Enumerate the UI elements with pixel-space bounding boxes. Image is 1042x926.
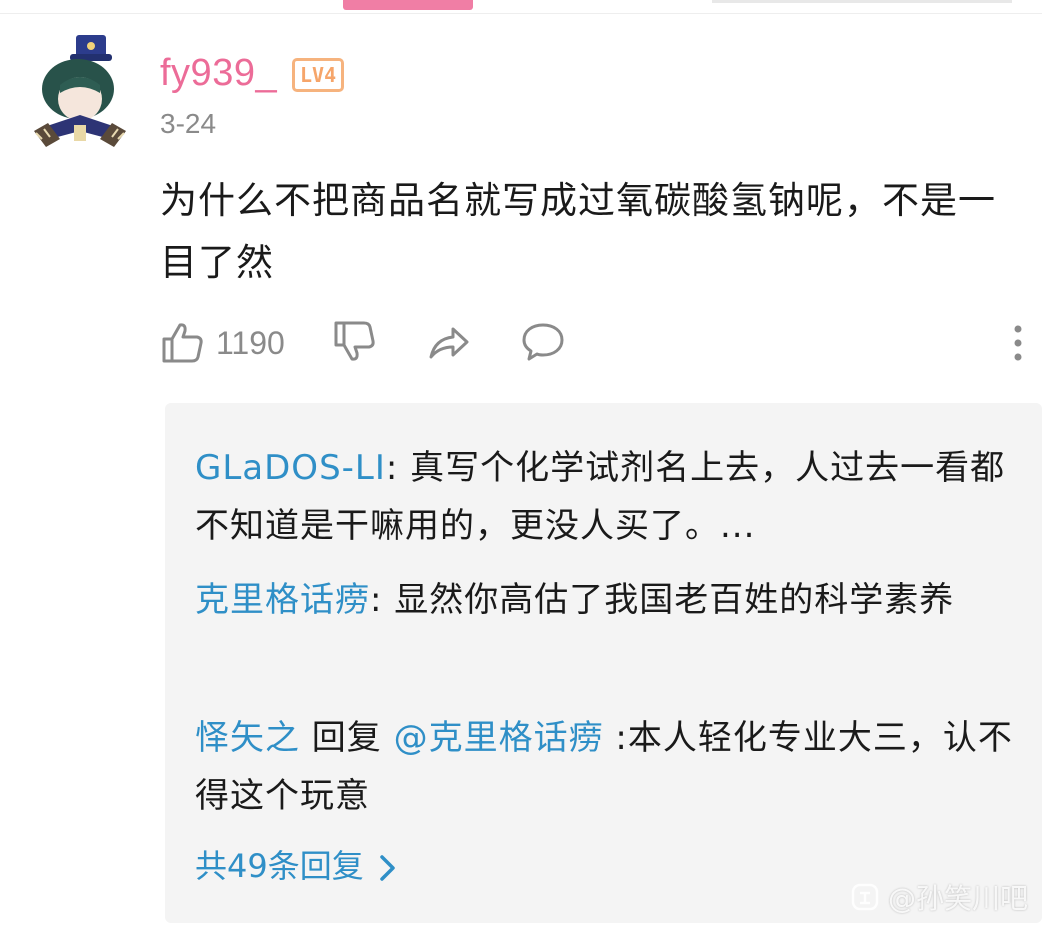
more-replies-label: 共49条回复 xyxy=(195,847,364,885)
tieba-logo-icon xyxy=(851,883,879,911)
share-icon[interactable] xyxy=(425,319,471,365)
replies-panel: GLaDOS-LI: 真写个化学试剂名上去，人过去一看都不知道是干嘛用的，更没人… xyxy=(165,403,1042,923)
reply-username[interactable]: 怿矢之 xyxy=(195,718,300,758)
active-tab-indicator xyxy=(343,0,473,10)
reply-item[interactable]: GLaDOS-LI: 真写个化学试剂名上去，人过去一看都不知道是干嘛用的，更没人… xyxy=(195,439,1015,555)
reply-mention[interactable]: @克里格话痨 xyxy=(394,718,604,758)
comment-username[interactable]: fy939_ xyxy=(160,50,277,96)
chevron-right-icon xyxy=(379,855,395,881)
reply-item[interactable]: 克里格话痨: 显然你高估了我国老百姓的科学素养 xyxy=(195,571,1015,629)
reply-separator: : xyxy=(385,448,411,488)
top-divider xyxy=(712,0,1012,3)
thumbs-down-icon[interactable] xyxy=(332,319,378,365)
reply-text: 显然你高估了我国老百姓的科学素养 xyxy=(394,580,955,620)
header-divider xyxy=(0,13,1042,14)
thumbs-up-icon[interactable] xyxy=(160,319,206,365)
comment-actions: 1190 xyxy=(160,315,1030,370)
reply-username[interactable]: GLaDOS-LI xyxy=(195,448,386,488)
watermark-text: @孙笑川吧 xyxy=(888,882,1029,915)
comment-date: 3-24 xyxy=(160,108,217,139)
reply-separator: : xyxy=(603,718,628,758)
reply-separator: : xyxy=(370,580,395,620)
comment-bubble-icon[interactable] xyxy=(520,319,566,365)
like-count: 1190 xyxy=(216,325,285,361)
reply-item[interactable]: 怿矢之 回复 @克里格话痨 :本人轻化专业大三，认不得这个玩意 xyxy=(195,709,1015,825)
user-avatar[interactable] xyxy=(30,27,130,152)
more-replies-link[interactable]: 共49条回复 xyxy=(195,841,398,891)
comment-text: 为什么不把商品名就写成过氧碳酸氢钠呢，不是一目了然 xyxy=(160,179,996,284)
watermark: @孙笑川吧 xyxy=(850,877,1028,917)
reply-username[interactable]: 克里格话痨 xyxy=(195,580,370,620)
reply-keyword: 回复 xyxy=(300,718,394,758)
more-vertical-icon[interactable] xyxy=(1006,319,1030,365)
user-level-badge: LV4 xyxy=(292,58,345,92)
